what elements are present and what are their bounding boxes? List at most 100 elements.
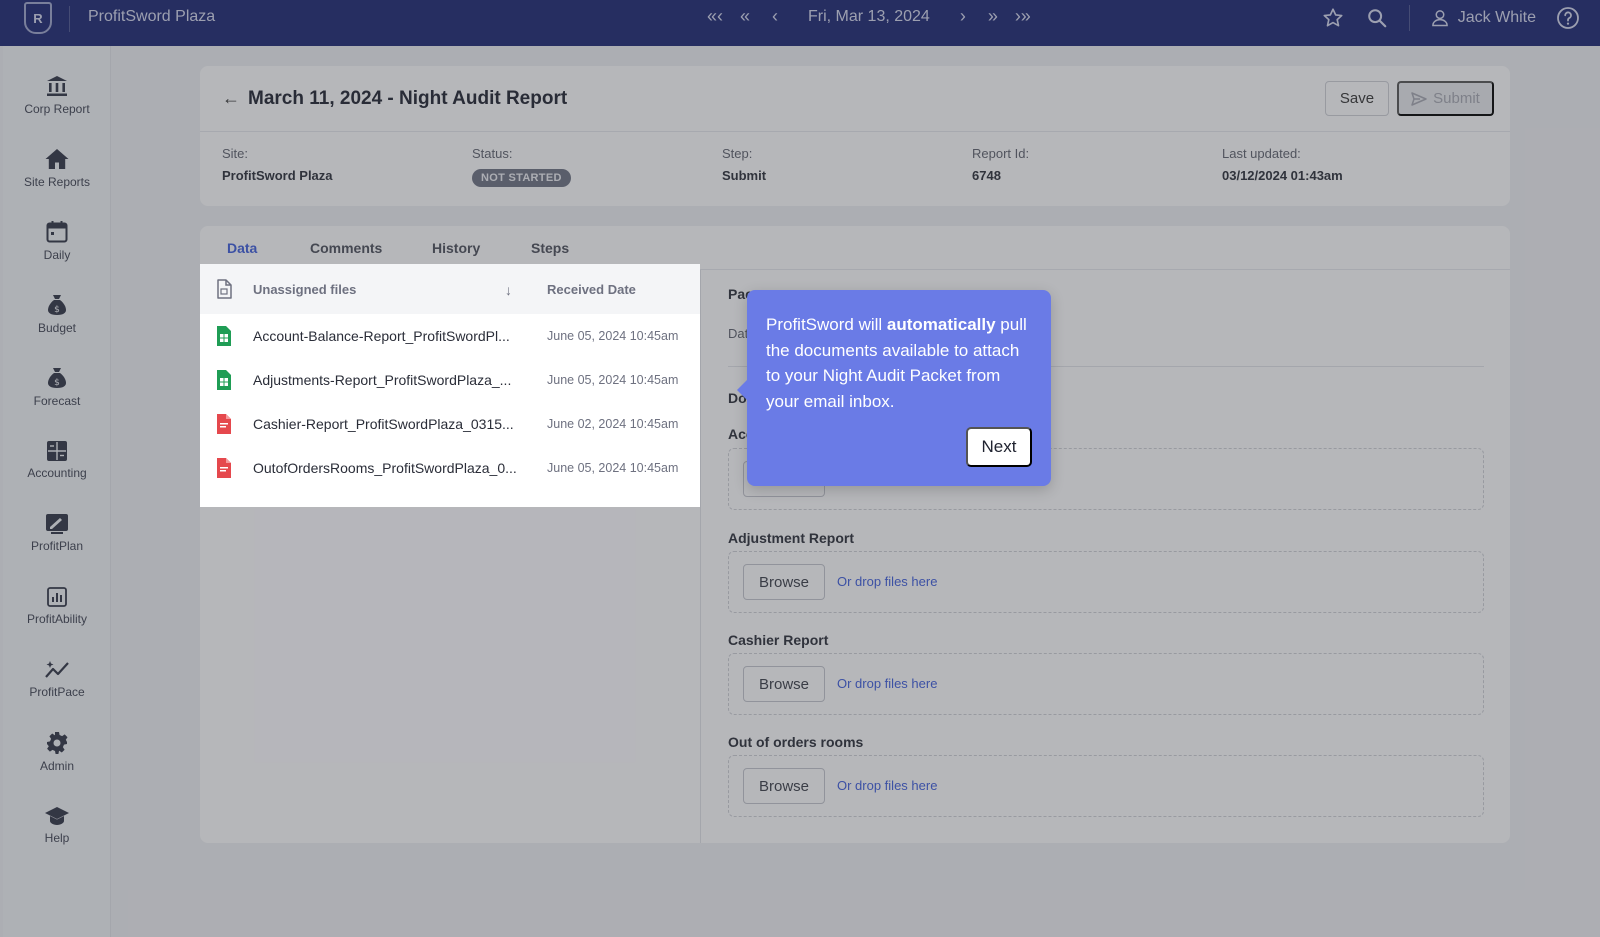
browse-button[interactable]: Browse <box>743 666 825 702</box>
meta-label: Site: <box>222 146 249 161</box>
star-icon[interactable] <box>1321 6 1345 30</box>
section-title-adjustment: Adjustment Report <box>728 530 854 546</box>
table-row[interactable]: OutofOrdersRooms_ProfitSwordPlaza_0... J… <box>200 446 700 490</box>
report-header-card: ← March 11, 2024 - Night Audit Report Sa… <box>200 66 1510 206</box>
current-date[interactable]: Fri, Mar 13, 2024 <box>808 8 930 26</box>
sidebar-item-label: Forecast <box>33 394 81 408</box>
drop-files-link[interactable]: Or drop files here <box>837 778 937 793</box>
jump-back-far-icon[interactable]: «‹ <box>700 6 730 27</box>
browse-button[interactable]: Browse <box>743 564 825 600</box>
adjustment-drop-zone[interactable]: Browse Or drop files here <box>728 551 1484 613</box>
next-day-icon[interactable]: › <box>948 6 978 27</box>
table-row[interactable]: Adjustments-Report_ProfitSwordPlaza_... … <box>200 358 700 402</box>
onboarding-tooltip: ProfitSword will automatically pull the … <box>737 290 1051 486</box>
jump-forward-icon[interactable]: » <box>978 6 1008 27</box>
sidebar-item-admin[interactable]: Admin <box>3 717 111 787</box>
sidebar-item-label: Admin <box>39 759 74 773</box>
svg-text:$: $ <box>54 305 60 315</box>
chart-edit-icon <box>46 514 68 534</box>
spreadsheet-file-icon <box>217 326 231 346</box>
date-navigation: «‹ « ‹ Fri, Mar 13, 2024 › » ›» <box>700 6 1038 27</box>
meta-last-updated: Last updated: 03/12/2024 01:43am <box>1222 146 1343 183</box>
submit-label: Submit <box>1433 90 1480 107</box>
tooltip-message: ProfitSword will automatically pull the … <box>766 312 1036 414</box>
user-menu[interactable]: Jack White <box>1430 8 1536 28</box>
jump-back-icon[interactable]: « <box>730 6 760 27</box>
column-header-name[interactable]: Unassigned files <box>253 282 356 297</box>
drop-files-link[interactable]: Or drop files here <box>837 676 937 691</box>
meta-value: 03/12/2024 01:43am <box>1222 168 1343 183</box>
sidebar-item-help[interactable]: Help <box>3 790 111 860</box>
money-bag-icon: $ <box>48 368 66 388</box>
divider <box>1408 5 1410 31</box>
tooltip-text-bold: automatically <box>886 315 996 334</box>
file-date: June 02, 2024 10:45am <box>547 417 679 431</box>
status-badge: NOT STARTED <box>472 169 571 187</box>
drop-files-link[interactable]: Or drop files here <box>837 574 937 589</box>
save-button[interactable]: Save <box>1325 81 1389 116</box>
tab-data[interactable]: Data <box>227 240 257 256</box>
file-name: Cashier-Report_ProfitSwordPlaza_0315... <box>253 416 514 432</box>
sidebar-item-corp-report[interactable]: Corp Report <box>3 60 111 130</box>
tab-steps[interactable]: Steps <box>531 240 569 256</box>
sidebar-item-label: Help <box>44 831 70 845</box>
meta-label: Step: <box>722 146 753 161</box>
sidebar-item-label: Daily <box>43 248 71 262</box>
table-row[interactable]: Account-Balance-Report_ProfitSwordPl... … <box>200 314 700 358</box>
meta-label: Report Id: <box>972 146 1030 161</box>
next-button[interactable]: Next <box>966 427 1032 467</box>
meta-label: Last updated: <box>1222 146 1301 161</box>
user-icon <box>1431 10 1448 27</box>
sidebar-item-accounting[interactable]: Accounting <box>3 425 111 495</box>
pdf-file-icon <box>217 414 231 434</box>
page-title: March 11, 2024 - Night Audit Report <box>248 88 568 109</box>
pdf-file-icon <box>217 458 231 478</box>
file-name: Account-Balance-Report_ProfitSwordPl... <box>253 328 510 344</box>
search-icon[interactable] <box>1365 6 1389 30</box>
section-title-cashier: Cashier Report <box>728 632 829 648</box>
table-row[interactable]: Cashier-Report_ProfitSwordPlaza_0315... … <box>200 402 700 446</box>
cashier-drop-zone[interactable]: Browse Or drop files here <box>728 653 1484 715</box>
sidebar-item-site-reports[interactable]: Site Reports <box>3 133 111 203</box>
gear-icon <box>47 732 68 754</box>
trend-icon <box>45 661 69 678</box>
sidebar-item-label: Corp Report <box>24 102 90 116</box>
meta-report-id: Report Id: 6748 <box>972 146 1029 183</box>
jump-forward-far-icon[interactable]: ›» <box>1008 6 1038 27</box>
meta-value: Submit <box>722 168 767 183</box>
section-title-out-of-order: Out of orders rooms <box>728 734 864 750</box>
sidebar-item-daily[interactable]: Daily <box>3 206 111 276</box>
sidebar-item-label: ProfitPace <box>29 685 85 699</box>
bank-icon <box>47 76 67 96</box>
out-of-order-drop-zone[interactable]: Browse Or drop files here <box>728 755 1484 817</box>
sidebar-item-profitplan[interactable]: ProfitPlan <box>3 498 111 568</box>
previous-day-icon[interactable]: ‹ <box>760 6 790 27</box>
sidebar-item-profitability[interactable]: ProfitAbility <box>3 571 111 641</box>
meta-status: Status: NOT STARTED <box>472 146 571 187</box>
meta-label: Status: <box>472 146 513 161</box>
back-arrow-icon[interactable]: ← <box>222 88 240 109</box>
sidebar-item-profitpace[interactable]: ProfitPace <box>3 644 111 714</box>
tab-history[interactable]: History <box>432 240 480 256</box>
sidebar-item-budget[interactable]: $ Budget <box>3 279 111 349</box>
tab-comments[interactable]: Comments <box>310 240 382 256</box>
meta-value: 6748 <box>972 168 1001 183</box>
help-circle-icon[interactable] <box>1556 6 1580 30</box>
calculator-icon <box>47 441 67 461</box>
report-header: ← March 11, 2024 - Night Audit Report Sa… <box>200 66 1510 132</box>
home-icon <box>45 149 69 169</box>
bar-chart-icon <box>47 587 67 607</box>
svg-text:$: $ <box>54 378 60 388</box>
file-date: June 05, 2024 10:45am <box>547 329 679 343</box>
submit-button[interactable]: Submit <box>1397 81 1494 116</box>
column-header-date[interactable]: Received Date <box>547 282 636 297</box>
file-name: OutofOrdersRooms_ProfitSwordPlaza_0... <box>253 460 517 476</box>
sidebar-item-forecast[interactable]: $ Forecast <box>3 352 111 422</box>
logo-icon[interactable]: R <box>24 2 52 34</box>
sidebar: Corp Report Site Reports Daily $ Budget … <box>3 46 111 937</box>
sidebar-item-label: Site Reports <box>23 175 91 189</box>
browse-button[interactable]: Browse <box>743 768 825 804</box>
tooltip-arrow <box>737 378 749 402</box>
sort-arrow-icon[interactable]: ↓ <box>505 282 512 298</box>
sidebar-item-label: Budget <box>37 321 77 335</box>
